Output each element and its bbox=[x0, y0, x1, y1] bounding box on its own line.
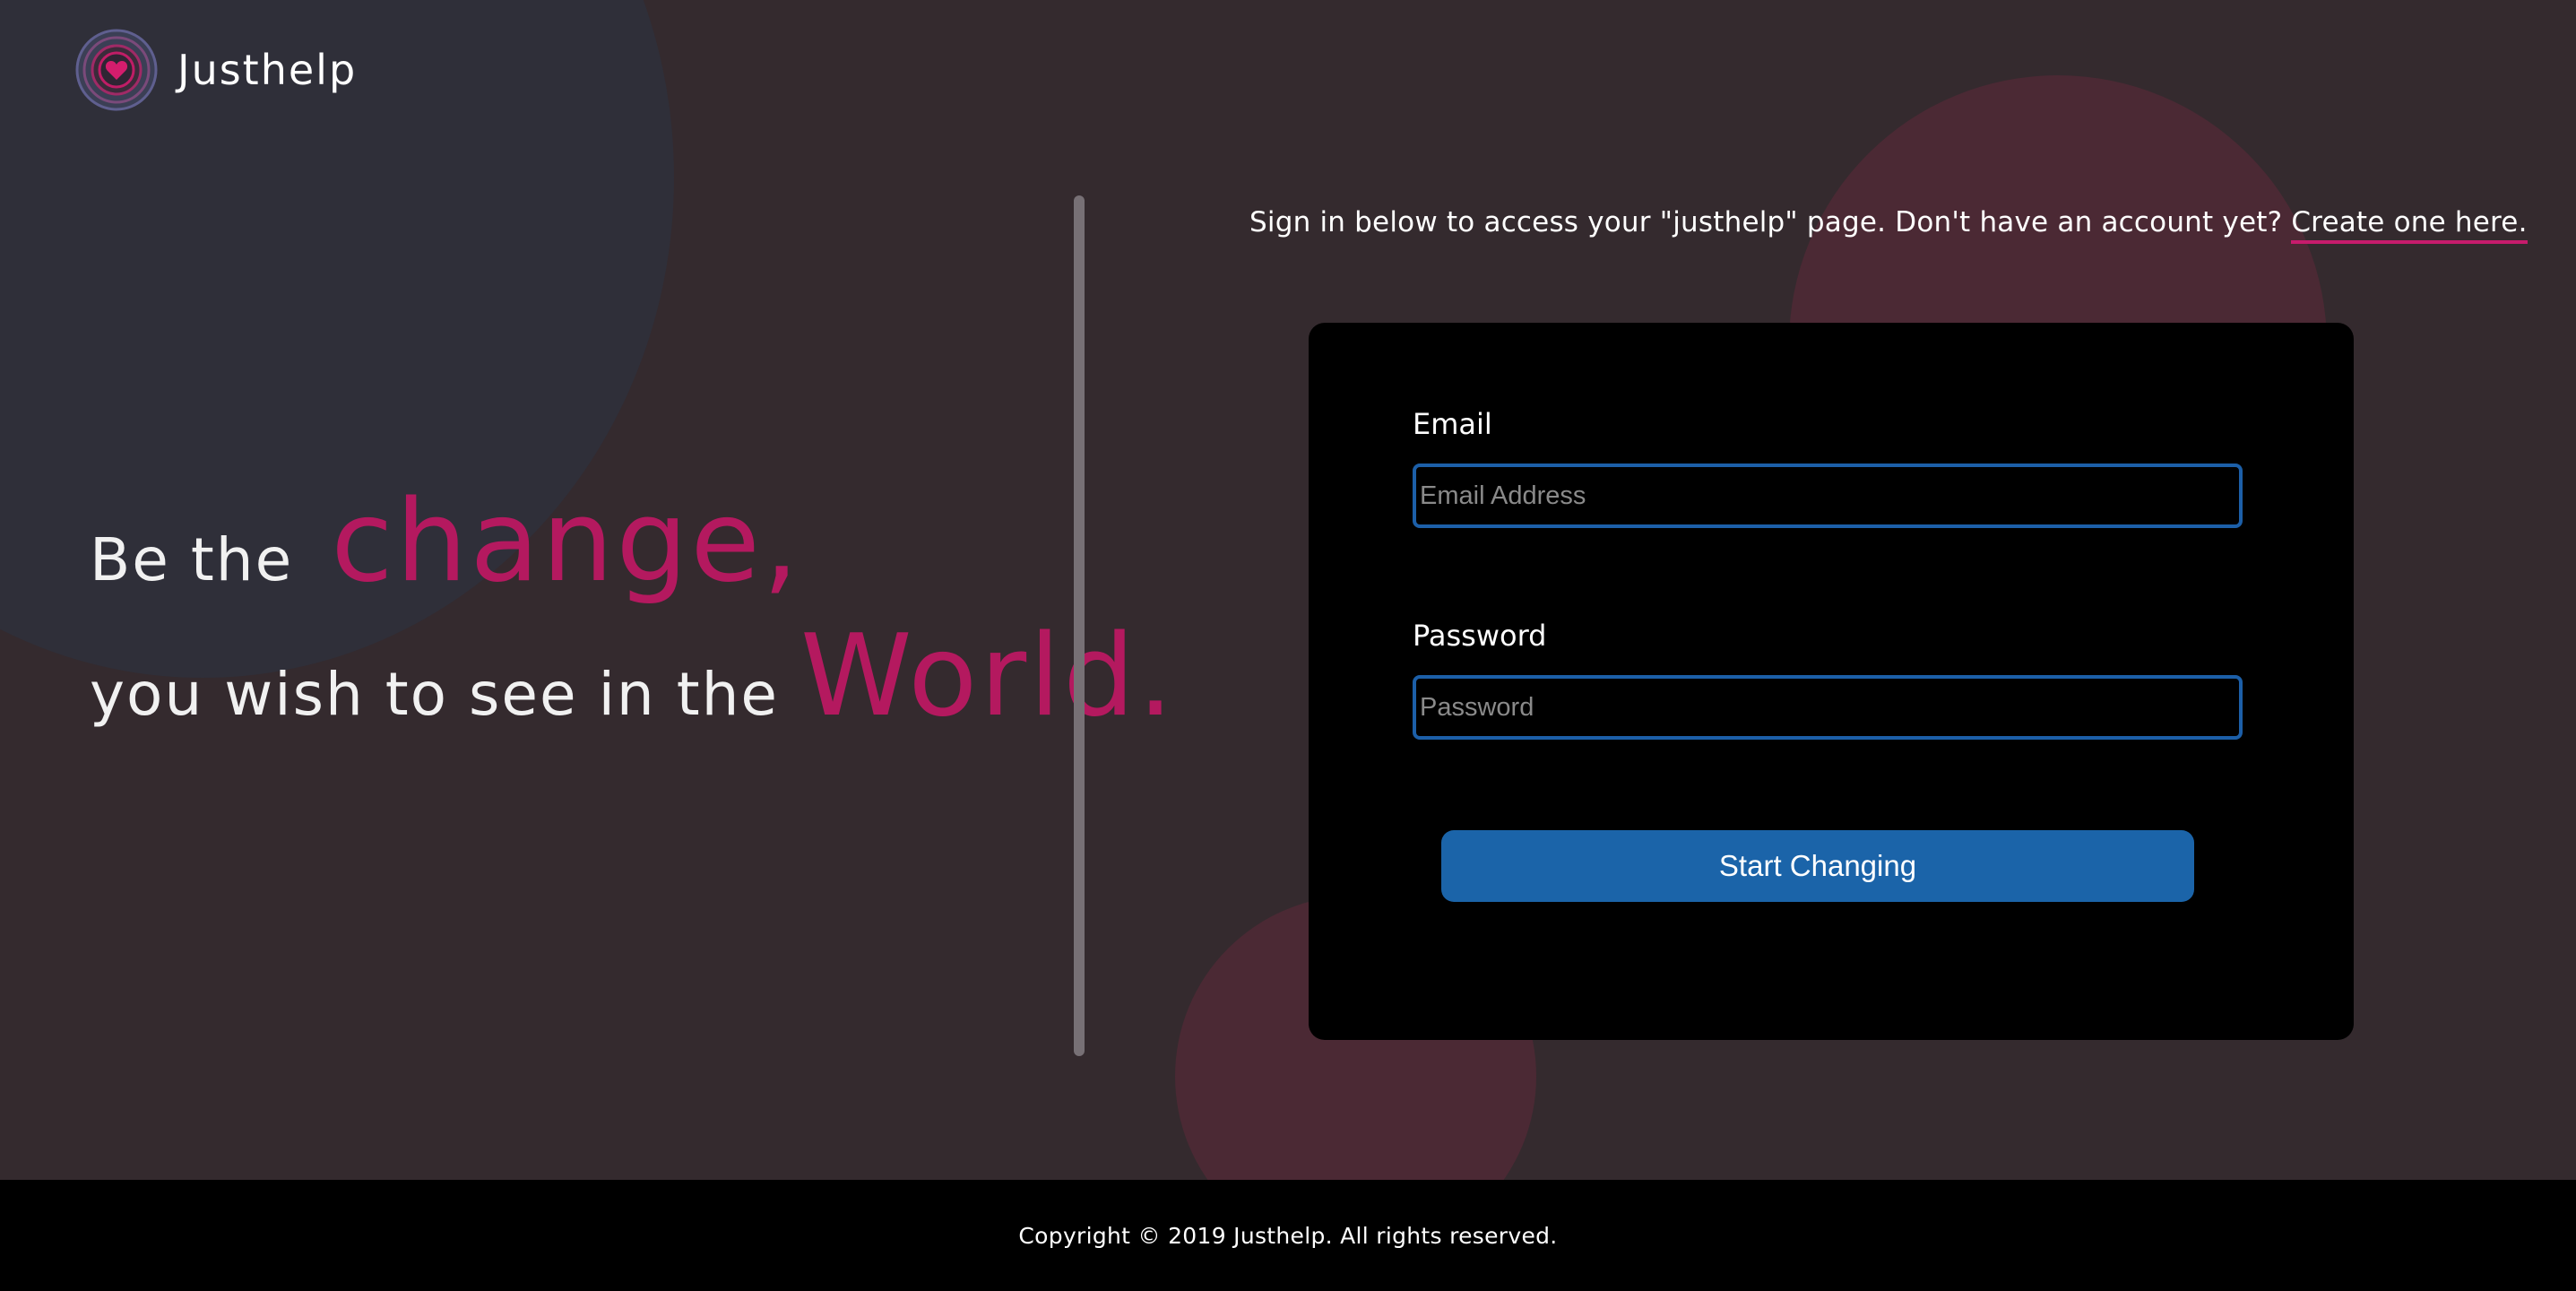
copyright-text: Copyright © 2019 Justhelp. All rights re… bbox=[1018, 1222, 1558, 1249]
start-changing-button[interactable]: Start Changing bbox=[1441, 830, 2194, 902]
hero-tagline: Be the change, you wish to see in the Wo… bbox=[90, 475, 1176, 762]
tagline-line-2: you wish to see in the World. bbox=[90, 610, 1176, 762]
create-account-link[interactable]: Create one here. bbox=[2291, 206, 2528, 244]
password-field[interactable] bbox=[1413, 675, 2243, 740]
footer: Copyright © 2019 Justhelp. All rights re… bbox=[0, 1180, 2576, 1291]
tagline-emphasis-world: World. bbox=[800, 610, 1177, 741]
heart-target-icon bbox=[75, 29, 158, 111]
brand-logo[interactable]: Justhelp bbox=[73, 27, 357, 113]
signin-intro: Sign in below to access your "justhelp" … bbox=[1249, 206, 2528, 244]
tagline-prefix-1: Be the bbox=[90, 525, 294, 594]
email-label: Email bbox=[1413, 407, 1492, 441]
vertical-divider bbox=[1074, 195, 1085, 1056]
login-page: Justhelp Be the change, you wish to see … bbox=[0, 0, 2576, 1291]
brand-name: Justhelp bbox=[177, 46, 358, 94]
signin-intro-text: Sign in below to access your "justhelp" … bbox=[1249, 206, 2283, 238]
tagline-line-1: Be the change, bbox=[90, 475, 1176, 610]
tagline-emphasis-change: change, bbox=[331, 475, 801, 607]
login-form: Email Password Start Changing bbox=[1309, 323, 2354, 1040]
email-field[interactable] bbox=[1413, 464, 2243, 528]
password-label: Password bbox=[1413, 619, 1547, 653]
tagline-prefix-2: you wish to see in the bbox=[90, 660, 780, 729]
